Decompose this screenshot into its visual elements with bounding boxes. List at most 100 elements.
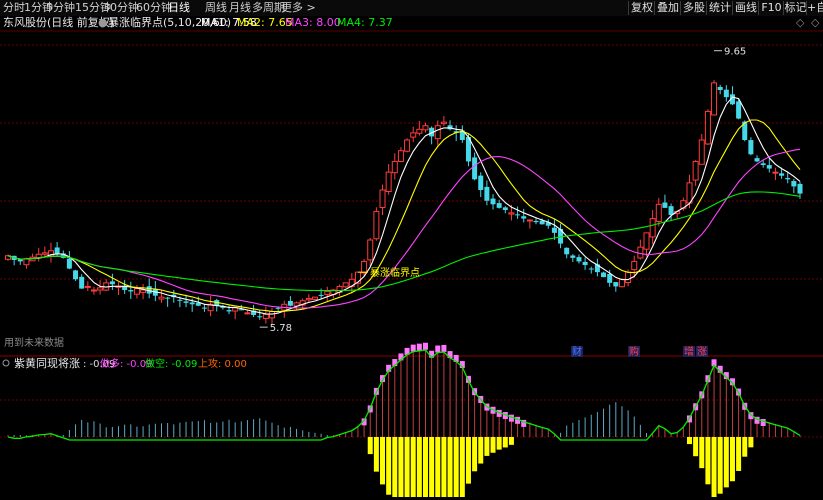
candle-body — [158, 296, 165, 300]
candle-body — [311, 296, 318, 300]
candle-body — [97, 287, 104, 291]
yellow-bar — [459, 437, 465, 497]
yellow-bar — [380, 437, 386, 485]
sub-indicator-title: 紫黄同现将涨 — [14, 356, 80, 370]
candle-body — [189, 302, 195, 305]
candle-body — [668, 206, 674, 215]
candle-body — [66, 258, 72, 269]
yellow-bar — [416, 437, 422, 497]
yellow-bar — [693, 437, 699, 457]
yellow-bar — [742, 437, 748, 457]
candle-body — [711, 82, 718, 116]
candle-body — [649, 218, 656, 238]
yellow-bar — [723, 437, 729, 488]
candle-body — [410, 132, 417, 138]
yellow-bar — [404, 437, 410, 497]
candle-body — [342, 282, 349, 288]
low-price-label: 5.78 — [270, 323, 292, 334]
yellow-bar — [435, 437, 441, 497]
candle-body — [201, 307, 207, 309]
candle-body — [305, 298, 312, 301]
purple-bar — [422, 342, 428, 350]
candle-body — [262, 313, 269, 319]
candle-body — [754, 158, 760, 162]
candle-body — [625, 271, 632, 283]
candle-body — [613, 282, 619, 287]
candle-body — [496, 203, 502, 208]
yellow-bar — [447, 437, 453, 497]
yellow-bar — [699, 437, 705, 469]
candle-body — [23, 258, 30, 266]
candle-body — [361, 260, 368, 274]
candle-body — [177, 299, 183, 301]
yellow-bar — [711, 437, 717, 497]
candle-body — [84, 285, 91, 288]
candle-body — [391, 160, 398, 174]
candle-body — [526, 219, 533, 222]
yellow-bar — [441, 437, 447, 497]
candle-body — [601, 272, 607, 278]
candle-body — [582, 261, 588, 265]
event-marker: 购 — [629, 345, 639, 358]
yellow-bar — [465, 437, 471, 484]
candle-body — [373, 210, 380, 240]
candle-body — [748, 140, 754, 155]
yellow-bar — [373, 437, 379, 472]
candle-body — [109, 281, 115, 285]
candle-body — [551, 227, 557, 233]
candle-body — [17, 259, 23, 262]
candle-body — [367, 239, 374, 261]
candle-body — [232, 307, 239, 312]
candle-body — [133, 288, 140, 295]
signal-label: 暴涨临界点 — [370, 266, 420, 279]
candle-body — [422, 125, 429, 131]
candle-body — [655, 203, 662, 223]
candle-body — [704, 110, 711, 145]
yellow-bar — [748, 437, 754, 448]
yellow-bar — [386, 437, 392, 495]
candle-body — [618, 278, 625, 288]
yellow-bar — [410, 437, 416, 497]
candle-body — [791, 181, 797, 187]
yellow-bar — [453, 437, 459, 497]
yellow-bar — [508, 437, 514, 445]
yellow-bar — [472, 437, 478, 472]
candle-body — [128, 290, 134, 292]
candle-body — [785, 178, 791, 180]
yellow-bar — [736, 437, 742, 471]
sub-indicator-value-3: 上攻: 0.00 — [198, 357, 247, 370]
candle-body — [643, 232, 650, 250]
ma-line-2 — [7, 119, 801, 313]
candle-body — [692, 160, 699, 181]
candle-body — [576, 257, 582, 262]
sub-indicator-value-2: 做空: -0.09 — [145, 357, 197, 370]
event-marker: 财 — [572, 345, 582, 358]
candle-body — [41, 252, 48, 255]
candle-body — [226, 310, 232, 312]
yellow-bar — [392, 437, 398, 497]
candle-body — [397, 150, 404, 162]
candle-body — [736, 101, 742, 119]
yellow-bar — [398, 437, 404, 497]
yellow-bar — [502, 437, 508, 448]
candle-body — [440, 121, 447, 125]
candle-body — [165, 297, 171, 299]
yellow-bar — [490, 437, 496, 453]
future-data-note: 用到未来数据 — [4, 336, 64, 349]
candle-body — [324, 290, 331, 295]
candle-body — [183, 301, 189, 303]
candle-body — [515, 214, 521, 216]
candle-body — [434, 125, 441, 140]
candle-body — [79, 276, 85, 289]
candle-body — [607, 273, 613, 283]
candle-body — [502, 207, 508, 210]
candlestick-chart: 9.655.78暴涨临界点用到未来数据财购增涨紫黄同现将涨: -0.09做多: … — [0, 30, 823, 497]
candle-body — [140, 289, 147, 293]
ma-line-3 — [7, 148, 801, 309]
candle-body — [275, 307, 281, 309]
candle-body — [490, 198, 496, 205]
candle-body — [416, 128, 423, 134]
candle-body — [588, 268, 594, 270]
candle-body — [779, 173, 785, 176]
yellow-bar — [429, 437, 435, 497]
